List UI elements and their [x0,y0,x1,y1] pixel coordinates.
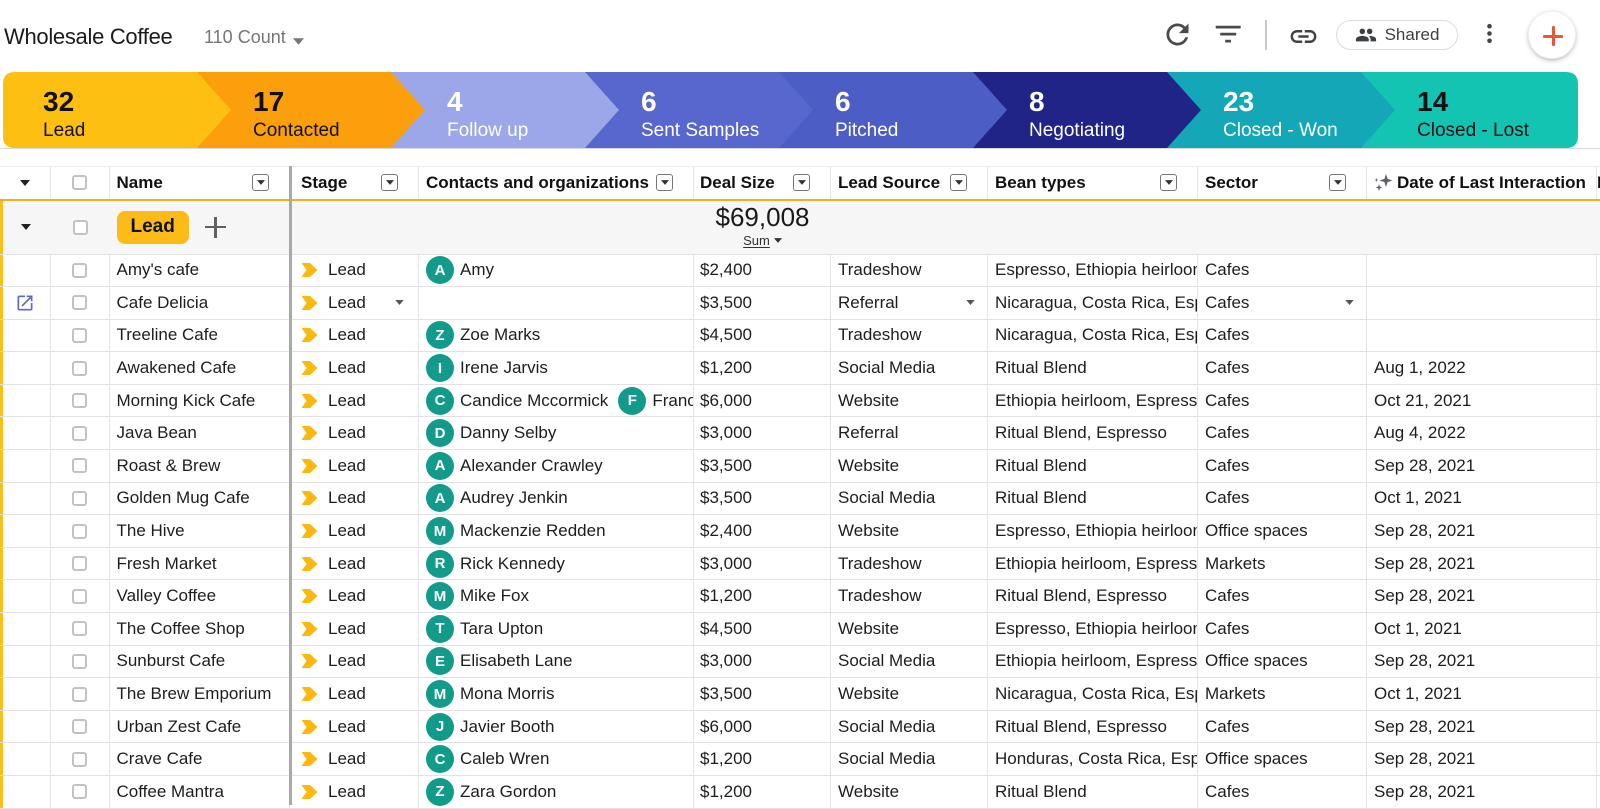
svg-text:Lead: Lead [43,120,85,141]
svg-text:Negotiating: Negotiating [1029,120,1125,141]
svg-text:6: 6 [641,86,657,117]
svg-text:Pitched: Pitched [835,120,898,141]
svg-text:8: 8 [1029,86,1045,117]
svg-text:Follow up: Follow up [447,120,528,141]
svg-text:14: 14 [1417,86,1449,117]
svg-text:Sent Samples: Sent Samples [641,120,759,141]
svg-text:17: 17 [253,86,284,117]
svg-text:Contacted: Contacted [253,120,340,141]
svg-text:Closed - Won: Closed - Won [1223,120,1338,141]
svg-text:Closed - Lost: Closed - Lost [1417,120,1530,141]
svg-text:4: 4 [447,86,463,117]
svg-text:23: 23 [1223,86,1254,117]
svg-text:6: 6 [835,86,851,117]
svg-text:32: 32 [43,86,74,117]
